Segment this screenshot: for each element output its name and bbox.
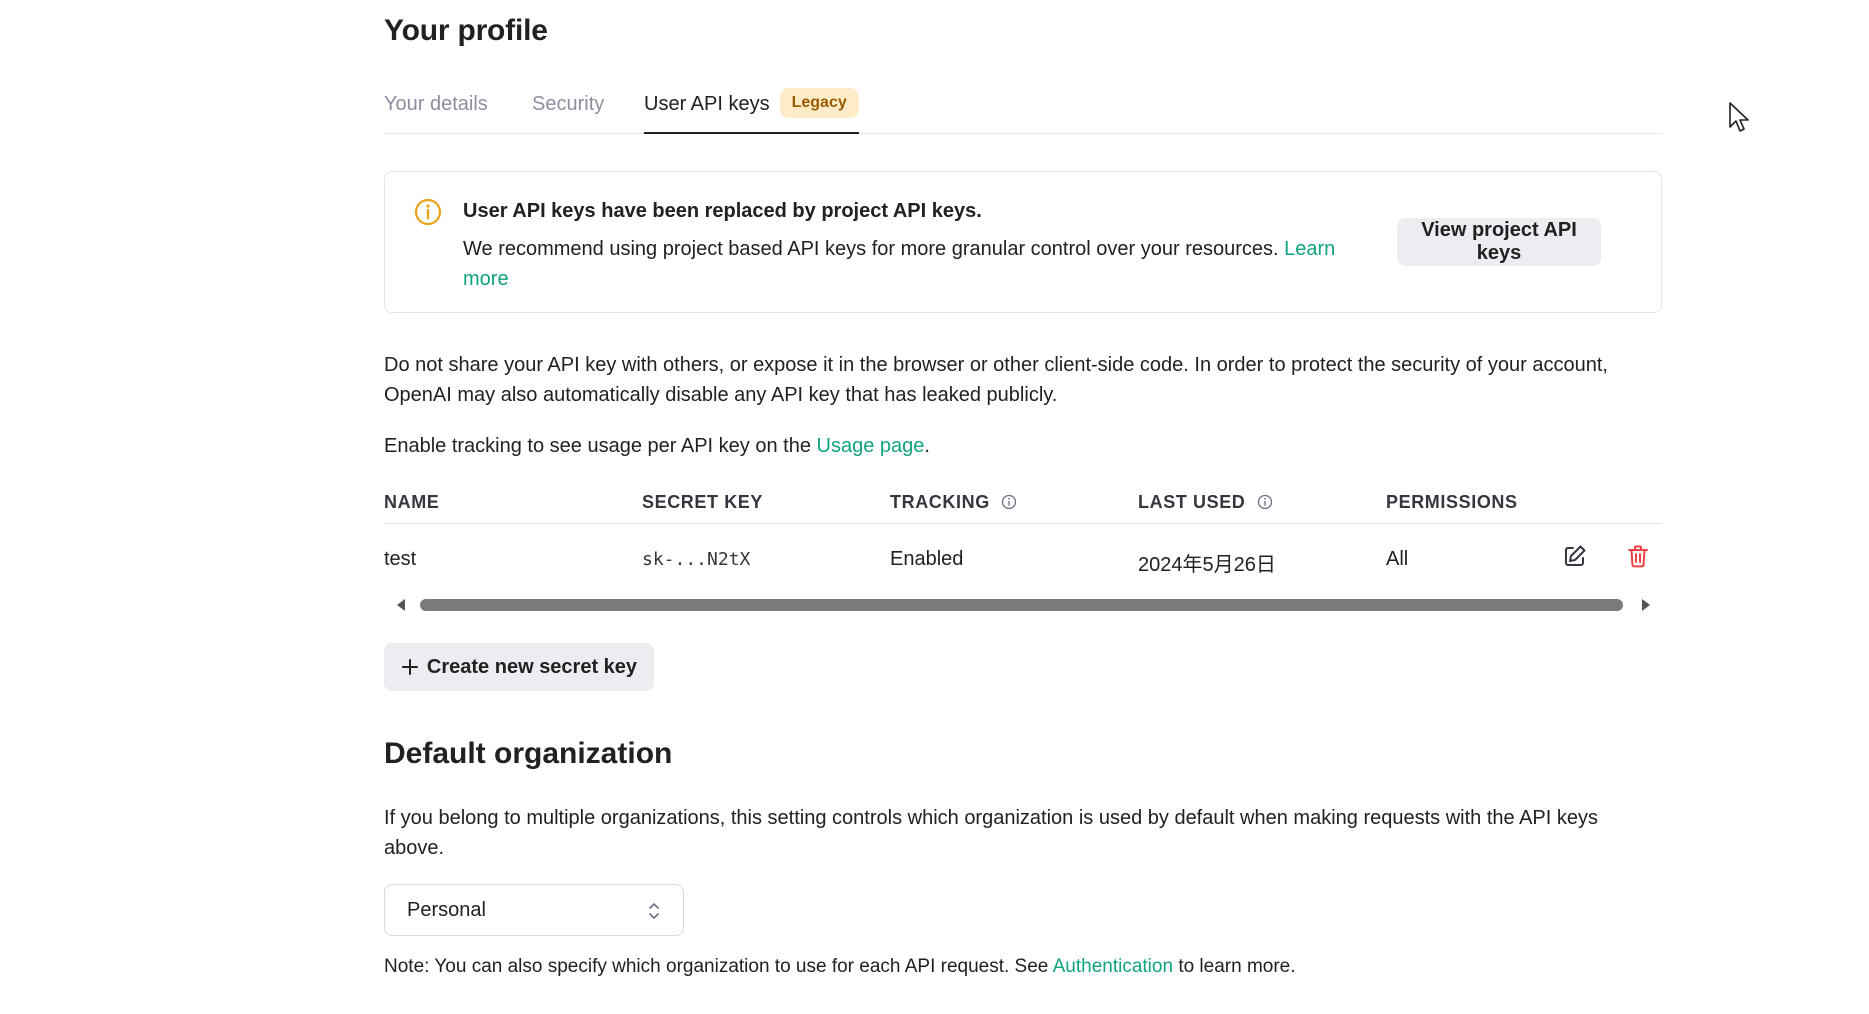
api-key-warning: Do not share your API key with others, o… <box>384 350 1608 410</box>
scrollbar-thumb[interactable] <box>420 599 1623 611</box>
authentication-note-text: Note: You can also specify which organiz… <box>384 956 1049 977</box>
page-title: Your profile <box>384 14 548 47</box>
tracking-note: Enable tracking to see usage per API key… <box>384 431 930 461</box>
header-last-used-label: LAST USED <box>1138 492 1246 512</box>
legacy-notice: User API keys have been replaced by proj… <box>384 171 1662 313</box>
table-header: NAME SECRET KEY TRACKING LAST USED PERMI… <box>384 486 1662 524</box>
notice-body-text: We recommend using project based API key… <box>463 238 1279 260</box>
cell-tracking: Enabled <box>890 548 964 570</box>
horizontal-scrollbar[interactable] <box>384 596 1662 614</box>
cell-last-used: 2024年5月26日 <box>1138 554 1276 576</box>
tracking-info-icon[interactable] <box>1001 494 1017 510</box>
header-secret-key: SECRET KEY <box>642 492 764 512</box>
authentication-link[interactable]: Authentication <box>1053 956 1173 977</box>
organization-select[interactable]: Personal <box>384 884 684 936</box>
scroll-left-arrow-icon[interactable] <box>394 598 408 612</box>
authentication-note-suffix: to learn more. <box>1178 956 1296 977</box>
api-key-warning-line1: Do not share your API key with others, o… <box>384 354 1608 376</box>
legacy-badge: Legacy <box>779 87 859 118</box>
plus-icon <box>401 659 418 675</box>
mouse-cursor-icon <box>1729 102 1749 132</box>
chevron-up-down-icon <box>649 903 659 919</box>
cell-name: test <box>384 548 417 570</box>
cell-permissions: All <box>1386 548 1409 570</box>
tab-user-api-keys-label: User API keys <box>644 93 770 115</box>
default-organization-description: If you belong to multiple organizations,… <box>384 803 1598 863</box>
edit-icon[interactable] <box>1562 543 1588 569</box>
cell-secret-key: sk-...N2tX <box>642 549 751 570</box>
last-used-info-icon[interactable] <box>1257 494 1273 510</box>
header-name: NAME <box>384 492 440 512</box>
default-organization-description-line1: If you belong to multiple organizations,… <box>384 807 1599 829</box>
tracking-note-text: Enable tracking to see usage per API key… <box>384 435 811 457</box>
header-tracking-label: TRACKING <box>890 492 990 512</box>
tab-your-details[interactable]: Your details <box>384 88 488 133</box>
header-permissions: PERMISSIONS <box>1386 492 1518 512</box>
tab-security[interactable]: Security <box>532 88 604 133</box>
tracking-note-suffix: . <box>924 435 930 457</box>
delete-icon[interactable] <box>1625 543 1651 569</box>
usage-page-link[interactable]: Usage page <box>817 435 925 457</box>
authentication-note: Note: You can also specify which organiz… <box>384 952 1296 982</box>
notice-body: We recommend using project based API key… <box>463 234 1383 294</box>
view-project-api-keys-button[interactable]: View project API keys <box>1397 218 1601 266</box>
organization-select-value: Personal <box>407 899 486 921</box>
header-last-used: LAST USED <box>1138 492 1273 513</box>
default-organization-title: Default organization <box>384 737 673 770</box>
profile-tabs: Your details Security User API keys Legac… <box>384 87 1662 134</box>
header-tracking: TRACKING <box>890 492 1017 513</box>
create-new-secret-key-label: Create new secret key <box>426 655 638 678</box>
create-new-secret-key-button[interactable]: Create new secret key <box>384 643 654 691</box>
default-organization-description-line2: above. <box>384 837 445 859</box>
scroll-right-arrow-icon[interactable] <box>1639 598 1653 612</box>
info-icon <box>414 198 442 226</box>
api-key-warning-line2: OpenAI may also automatically disable an… <box>384 384 1058 406</box>
notice-title: User API keys have been replaced by proj… <box>463 200 982 222</box>
tab-user-api-keys[interactable]: User API keys Legacy <box>644 87 859 134</box>
